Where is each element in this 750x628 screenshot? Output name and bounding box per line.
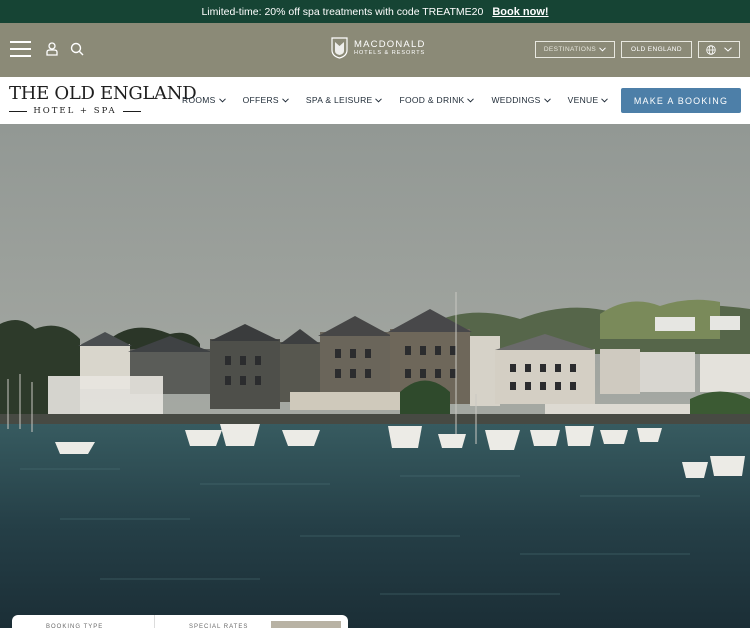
chevron-down-icon bbox=[601, 97, 609, 103]
nav-item-label: OFFERS bbox=[242, 95, 279, 105]
pavilion bbox=[48, 376, 163, 418]
old-england-button[interactable]: OLD ENGLAND bbox=[621, 41, 692, 58]
destinations-dropdown[interactable]: DESTINATIONS bbox=[535, 41, 615, 58]
nav-item-venue[interactable]: VENUE bbox=[568, 95, 609, 105]
promo-book-now-link[interactable]: Book now! bbox=[492, 6, 548, 18]
nav-item-label: VENUE bbox=[567, 95, 599, 105]
language-selector[interactable] bbox=[698, 41, 740, 58]
hotel-label: OLD ENGLAND bbox=[631, 46, 682, 53]
nav-menu: ROOMS OFFERS SPA & LEISURE FOOD & DRINK … bbox=[182, 95, 625, 105]
nav-item-label: ROOMS bbox=[182, 95, 216, 105]
logo-rule bbox=[122, 110, 141, 112]
promo-bar: Limited-time: 20% off spa treatments wit… bbox=[0, 0, 750, 23]
logo-rule bbox=[9, 110, 28, 112]
chevron-down-icon bbox=[599, 47, 607, 52]
hotel-logo[interactable]: THE OLD ENGLAND HOTEL + SPA bbox=[9, 83, 197, 116]
chevron-down-icon bbox=[218, 97, 226, 103]
logo-main: THE OLD ENGLAND bbox=[9, 83, 197, 104]
chevron-down-icon bbox=[543, 97, 551, 103]
promo-text: Limited-time: 20% off spa treatments wit… bbox=[201, 5, 484, 18]
search-icon[interactable] bbox=[69, 41, 85, 57]
lake-water bbox=[0, 424, 750, 628]
utility-bar: MACDONALD HOTELS & RESORTS DESTINATIONS … bbox=[0, 23, 750, 77]
macdonald-logo[interactable]: MACDONALD HOTELS & RESORTS bbox=[331, 37, 426, 59]
special-rates-field[interactable]: SPECIAL RATES bbox=[155, 615, 271, 628]
nav-item-rooms[interactable]: ROOMS bbox=[182, 95, 226, 105]
nav-item-label: FOOD & DRINK bbox=[399, 95, 465, 105]
nav-item-label: WEDDINGS bbox=[491, 95, 541, 105]
chevron-down-icon bbox=[375, 97, 383, 103]
main-nav: THE OLD ENGLAND HOTEL + SPA ROOMS OFFERS… bbox=[0, 77, 750, 124]
chevron-down-icon bbox=[724, 47, 732, 52]
logo-sub: HOTEL + SPA bbox=[33, 106, 117, 116]
hero-image bbox=[0, 124, 750, 628]
terrace bbox=[290, 392, 410, 410]
chevron-down-icon bbox=[282, 97, 289, 103]
globe-icon bbox=[706, 44, 716, 55]
booking-type-field[interactable]: BOOKING TYPE bbox=[12, 615, 155, 628]
user-icon[interactable] bbox=[44, 41, 60, 57]
nav-item-spa-leisure[interactable]: SPA & LEISURE bbox=[306, 95, 383, 105]
menu-icon[interactable] bbox=[10, 41, 31, 57]
booking-widget: BOOKING TYPE SPECIAL RATES bbox=[12, 615, 348, 628]
booking-submit-button[interactable] bbox=[271, 621, 341, 628]
nav-item-offers[interactable]: OFFERS bbox=[243, 95, 289, 105]
shield-icon bbox=[331, 37, 348, 59]
nav-item-food-drink[interactable]: FOOD & DRINK bbox=[399, 95, 475, 105]
nav-item-weddings[interactable]: WEDDINGS bbox=[491, 95, 551, 105]
nav-item-label: SPA & LEISURE bbox=[305, 95, 373, 105]
brand-name: MACDONALD bbox=[354, 38, 426, 50]
destinations-label: DESTINATIONS bbox=[543, 46, 597, 53]
chevron-down-icon bbox=[467, 97, 475, 103]
brand-sub: HOTELS & RESORTS bbox=[354, 50, 426, 56]
make-a-booking-button[interactable]: MAKE A BOOKING bbox=[621, 88, 741, 113]
